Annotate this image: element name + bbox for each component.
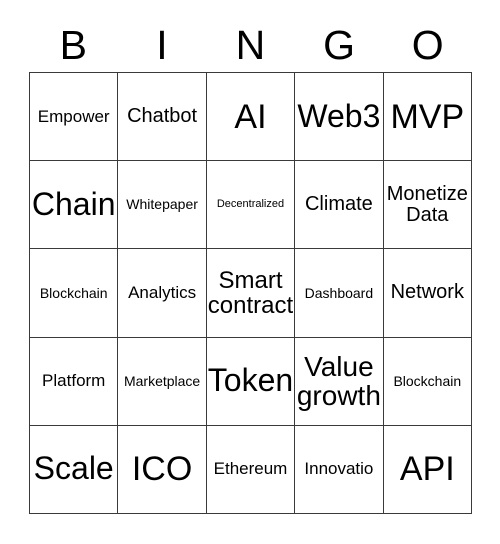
bingo-cell-label: Marketplace: [123, 372, 201, 389]
bingo-cell[interactable]: AI: [206, 73, 296, 162]
bingo-cell[interactable]: MVP: [383, 73, 472, 162]
bingo-cell[interactable]: Network: [383, 249, 472, 338]
bingo-cell-label: Platform: [42, 371, 106, 391]
bingo-cell[interactable]: API: [383, 425, 472, 514]
bingo-cell-label: Token: [207, 362, 294, 399]
bingo-cell[interactable]: Analytics: [118, 249, 207, 338]
bingo-cell[interactable]: Empower: [30, 73, 119, 162]
bingo-cell[interactable]: Token: [206, 337, 296, 426]
bingo-grid: Empower Chatbot AI Web3 MVP Chain Whitepaper De…: [29, 72, 472, 514]
bingo-header-letter-4: O: [411, 21, 444, 68]
bingo-cell-label: Analytics: [128, 282, 197, 302]
bingo-cell-label: Decentralized: [216, 197, 285, 210]
bingo-cell-label: Scale: [33, 450, 114, 487]
bingo-cell-label: Blockchain: [393, 372, 462, 389]
bingo-cell-label: Smart contract: [207, 266, 294, 319]
bingo-cell-label: Chatbot: [127, 105, 198, 127]
bingo-cell[interactable]: Innovatio: [295, 425, 384, 514]
bingo-cell[interactable]: Platform: [30, 337, 119, 426]
bingo-cell-label: Dashboard: [304, 284, 374, 301]
bingo-cell[interactable]: Blockchain: [383, 337, 472, 426]
bingo-cell-label: Climate: [304, 193, 373, 216]
bingo-header-letter-1: I: [156, 21, 168, 68]
bingo-cell[interactable]: Value growth: [295, 337, 384, 426]
bingo-cell-label: Innovatio: [304, 459, 374, 479]
bingo-cell[interactable]: Whitepaper: [118, 161, 207, 250]
bingo-cell-label: Monetize Data: [386, 182, 468, 226]
bingo-cell[interactable]: Chain: [30, 161, 119, 250]
bingo-cell-label: MVP: [390, 97, 465, 136]
bingo-cell[interactable]: Monetize Data: [383, 161, 472, 250]
bingo-cell[interactable]: Decentralized: [206, 161, 296, 250]
bingo-cell[interactable]: Climate: [295, 161, 384, 250]
bingo-cell-label: Ethereum: [213, 459, 288, 479]
bingo-cell[interactable]: Smart contract: [206, 249, 296, 338]
bingo-cell[interactable]: Web3: [295, 73, 384, 162]
bingo-cell-label: Empower: [37, 106, 110, 126]
bingo-header-letter-2: N: [235, 21, 266, 68]
bingo-cell[interactable]: Marketplace: [118, 337, 207, 426]
bingo-cell-label: Blockchain: [39, 284, 108, 301]
bingo-header: BINGO: [29, 18, 472, 72]
bingo-cell-label: Chain: [31, 185, 116, 222]
bingo-cell-label: API: [399, 450, 455, 489]
bingo-card: B I N G O Empower Chatbot AI Web3 MVP Chain Whitep…: [0, 0, 500, 544]
bingo-cell-label: AI: [234, 97, 267, 136]
bingo-cell-label: ICO: [131, 450, 193, 489]
bingo-cell-label: Value growth: [296, 350, 381, 412]
bingo-cell[interactable]: ICO: [118, 425, 207, 514]
bingo-cell[interactable]: Chatbot: [118, 73, 207, 162]
bingo-cell[interactable]: Blockchain: [30, 249, 119, 338]
bingo-cell-label: Web3: [297, 97, 381, 134]
bingo-cell[interactable]: Ethereum: [206, 425, 296, 514]
bingo-cell[interactable]: Dashboard: [295, 249, 384, 338]
bingo-cell-label: Whitepaper: [126, 196, 198, 213]
bingo-cell[interactable]: Scale: [30, 425, 119, 514]
bingo-cell-label: Network: [390, 281, 464, 304]
bingo-header-letter-3: G: [323, 21, 356, 68]
bingo-header-letter-0: B: [59, 21, 87, 68]
